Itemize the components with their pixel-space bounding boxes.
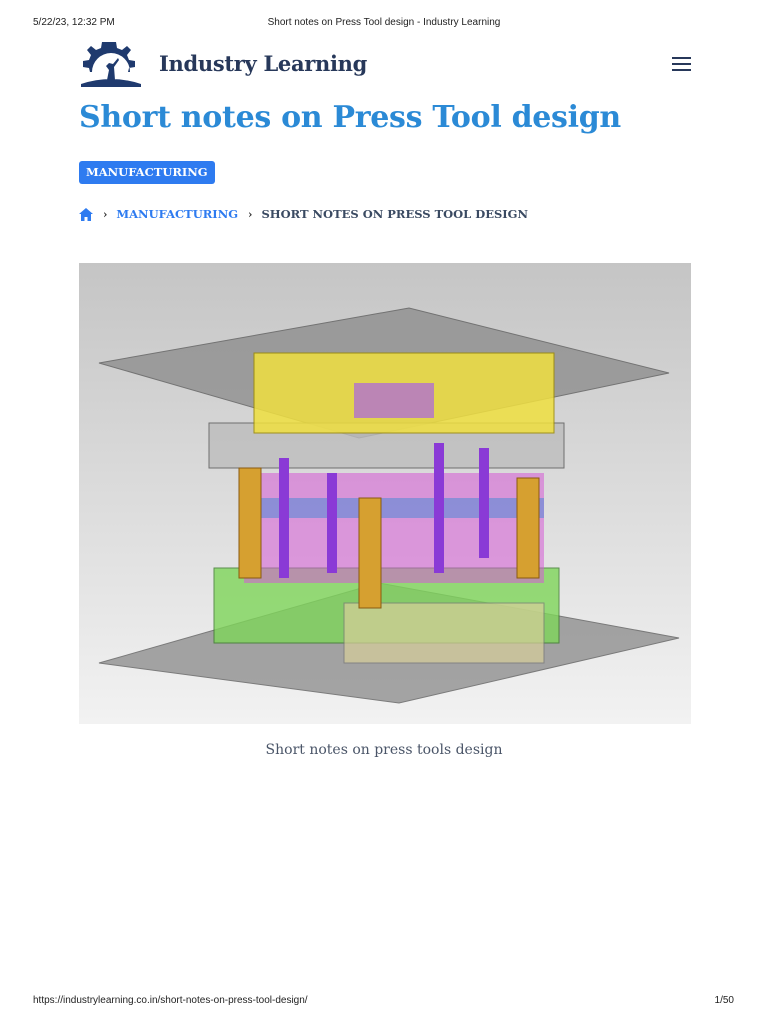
print-page-number: 1/50 bbox=[714, 995, 734, 1006]
print-title: Short notes on Press Tool design - Indus… bbox=[267, 17, 501, 28]
figure-caption: Short notes on press tools design bbox=[265, 742, 503, 758]
page-title: Short notes on Press Tool design bbox=[79, 100, 621, 135]
chevron-right-icon: › bbox=[248, 207, 253, 221]
home-icon[interactable] bbox=[79, 207, 93, 221]
logo-gear-icon[interactable] bbox=[79, 40, 143, 88]
press-tool-image bbox=[79, 263, 691, 724]
chevron-right-icon: › bbox=[103, 207, 108, 221]
site-brand[interactable]: Industry Learning bbox=[159, 51, 367, 76]
breadcrumb-current: SHORT NOTES ON PRESS TOOL DESIGN bbox=[261, 207, 529, 221]
print-url: https://industrylearning.co.in/short-not… bbox=[33, 995, 308, 1006]
breadcrumb-link-manufacturing[interactable]: MANUFACTURING bbox=[116, 207, 238, 221]
hamburger-menu-icon[interactable] bbox=[672, 57, 691, 73]
category-badge[interactable]: MANUFACTURING bbox=[79, 161, 215, 184]
breadcrumb: › MANUFACTURING › SHORT NOTES ON PRESS T… bbox=[79, 207, 528, 221]
